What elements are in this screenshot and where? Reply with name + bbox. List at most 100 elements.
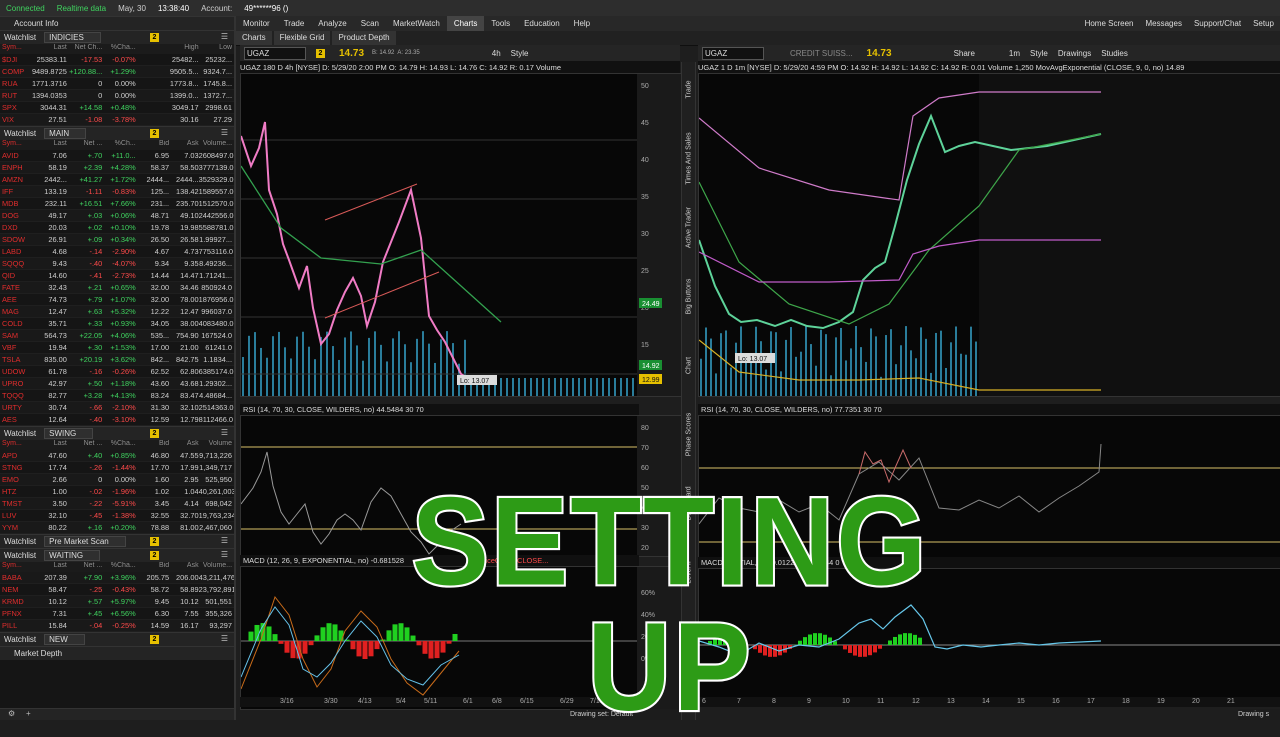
column-header[interactable]: Bid bbox=[136, 562, 169, 572]
watchlist-row[interactable]: TSLA 835.00 +20.19 +3.62% 842... 842.75 1.1834… bbox=[0, 354, 234, 366]
vertical-tab-phase-scores[interactable]: Phase Scores bbox=[686, 395, 693, 475]
right-price-chart[interactable]: Lo: 13.07 bbox=[698, 73, 1280, 397]
watchlist-row[interactable]: AES 12.64 -.40 -3.10% 12.59 12.79 8112466.0 bbox=[0, 414, 234, 426]
watchlist-row[interactable]: PFNX 7.31 +.45 +6.56% 6.30 7.55 355,326 bbox=[0, 608, 234, 620]
vertical-tab-big-buttons[interactable]: Big Buttons bbox=[686, 257, 693, 337]
left-price-chart[interactable]: Lo: 13.07 504540353025201510 24.4914.921… bbox=[240, 73, 682, 397]
watchlist-link-badge[interactable]: 2 bbox=[150, 129, 159, 138]
right-share-button[interactable]: Share bbox=[954, 49, 975, 58]
column-header[interactable]: %Cha... bbox=[102, 44, 136, 54]
account-value[interactable]: 49******96 () bbox=[244, 4, 288, 13]
watchlist-row[interactable]: LABD 4.68 -.14 -2.90% 4.67 4.73 7753116.0 bbox=[0, 246, 234, 258]
watchlist-header[interactable]: Watchlist Pre Market Scan 2 ☰ bbox=[0, 534, 234, 548]
column-header[interactable]: Sym... bbox=[0, 562, 31, 572]
vertical-tab-active-trader[interactable]: Active Trader bbox=[686, 188, 693, 268]
column-header[interactable]: Net ... bbox=[67, 440, 103, 450]
watchlist-row[interactable]: VIX 27.51 -1.08 -3.78% 30.16 27.29 bbox=[0, 114, 234, 126]
watchlist-row[interactable]: NEM 58.47 -.25 -0.43% 58.72 58.89 23,792,891 bbox=[0, 584, 234, 596]
watchlist-row[interactable]: VBF 19.94 +.30 +1.53% 17.00 21.00 61241.0 bbox=[0, 342, 234, 354]
account-info-header[interactable]: Account Info bbox=[0, 16, 234, 30]
right-symbol-input[interactable]: UGAZ bbox=[702, 46, 764, 60]
right-drawings-button[interactable]: Drawings bbox=[1058, 49, 1091, 58]
watchlist-row[interactable]: AVID 7.06 +.70 +11.0... 6.95 7.03 2608497.0 bbox=[0, 150, 234, 162]
column-header[interactable]: Sym... bbox=[0, 44, 31, 54]
watchlist-row[interactable]: MAG 12.47 +.63 +5.32% 12.22 12.47 996037.0 bbox=[0, 306, 234, 318]
watchlist-row[interactable]: COMP 9489.8725 +120.88... +1.29% 9505.5... 93… bbox=[0, 66, 234, 78]
watchlist-header[interactable]: Watchlist MAIN 2 ☰ bbox=[0, 126, 234, 140]
watchlist-row[interactable]: UPRO 42.97 +.50 +1.18% 43.60 43.68 1.29302... bbox=[0, 378, 234, 390]
watchlist-row[interactable]: FATE 32.43 +.21 +0.65% 32.00 34.46 850924.0 bbox=[0, 282, 234, 294]
vertical-tab-trade[interactable]: Trade bbox=[686, 50, 693, 130]
watchlist-row[interactable]: KRMD 10.12 +.57 +5.97% 9.45 10.12 501,551 bbox=[0, 596, 234, 608]
column-header[interactable]: Net Ch... bbox=[67, 44, 103, 54]
column-header[interactable]: Last bbox=[31, 140, 67, 150]
menu-tools[interactable]: Tools bbox=[484, 16, 517, 31]
column-header[interactable]: Last bbox=[31, 562, 67, 572]
left-symbol-input[interactable]: UGAZ bbox=[244, 46, 306, 60]
watchlist-name[interactable]: NEW bbox=[44, 634, 85, 645]
watchlist-name[interactable]: SWING bbox=[44, 428, 94, 439]
menu-icon[interactable]: ☰ bbox=[221, 634, 228, 643]
menu-charts[interactable]: Charts bbox=[446, 16, 485, 31]
column-header[interactable]: Net ... bbox=[67, 562, 103, 572]
column-header[interactable] bbox=[136, 44, 169, 54]
watchlist-row[interactable]: APD 47.60 +.40 +0.85% 46.80 47.55 9,713,226 bbox=[0, 450, 234, 462]
right-studies-button[interactable]: Studies bbox=[1101, 49, 1128, 58]
left-style-button[interactable]: Style bbox=[511, 49, 529, 58]
watchlist-row[interactable]: MDB 232.11 +16.51 +7.66% 231... 235.70 1512570… bbox=[0, 198, 234, 210]
watchlist-row[interactable]: UDOW 61.78 -.16 -0.26% 62.52 62.80 6385174.0 bbox=[0, 366, 234, 378]
right-drawing-set-label[interactable]: Drawing s bbox=[1238, 711, 1269, 718]
watchlist-row[interactable]: RUT 1394.0353 0 0.00% 1399.0... 1372.7... bbox=[0, 90, 234, 102]
watchlist-name[interactable]: Pre Market Scan bbox=[44, 536, 126, 547]
column-header[interactable]: Ask bbox=[169, 562, 199, 572]
watchlist-row[interactable]: BABA 207.39 +7.90 +3.96% 205.75 206.00 43,211,… bbox=[0, 572, 234, 584]
column-header[interactable]: %Ch... bbox=[102, 140, 136, 150]
watchlist-row[interactable]: TQQQ 82.77 +3.28 +4.13% 83.24 83.47 4.48684... bbox=[0, 390, 234, 402]
watchlist-row[interactable]: DXD 20.03 +.02 +0.10% 19.78 19.98 5588781.0 bbox=[0, 222, 234, 234]
watchlist-row[interactable]: SDOW 26.91 +.09 +0.34% 26.50 26.58 1.99927... bbox=[0, 234, 234, 246]
menu-scan[interactable]: Scan bbox=[354, 16, 386, 31]
menu-icon[interactable]: ☰ bbox=[221, 550, 228, 559]
watchlist-row[interactable]: $DJI 25383.11 -17.53 -0.07% 25482... 25232... bbox=[0, 54, 234, 66]
column-header[interactable]: Low bbox=[199, 44, 234, 54]
watchlist-row[interactable]: STNG 17.74 -.26 -1.44% 17.70 17.99 1,349,717 bbox=[0, 462, 234, 474]
right-time-frame[interactable]: 1m bbox=[1009, 49, 1020, 58]
menu-trade[interactable]: Trade bbox=[277, 16, 312, 31]
watchlist-row[interactable]: DOG 49.17 +.03 +0.06% 48.71 49.10 2442556.0 bbox=[0, 210, 234, 222]
watchlist-row[interactable]: SPX 3044.31 +14.58 +0.48% 3049.17 2998.61 bbox=[0, 102, 234, 114]
subtab-flexible-grid[interactable]: Flexible Grid bbox=[273, 31, 331, 45]
menu-help[interactable]: Help bbox=[567, 16, 597, 31]
top-action-home-screen[interactable]: Home Screen bbox=[1085, 16, 1134, 31]
left-time-frame[interactable]: 4h bbox=[492, 49, 501, 58]
top-action-messages[interactable]: Messages bbox=[1145, 16, 1181, 31]
watchlist-row[interactable]: PILL 15.84 -.04 -0.25% 14.59 16.17 93,297 bbox=[0, 620, 234, 632]
menu-icon[interactable]: ☰ bbox=[221, 428, 228, 437]
column-header[interactable]: High bbox=[169, 44, 198, 54]
watchlist-link-badge[interactable]: 2 bbox=[150, 635, 159, 644]
watchlist-header[interactable]: Watchlist WAITING 2 ☰ bbox=[0, 548, 234, 562]
column-header[interactable]: Volume... bbox=[199, 562, 234, 572]
watchlist-row[interactable]: YYM 80.22 +.16 +0.20% 78.88 81.00 2,467,060 bbox=[0, 522, 234, 534]
watchlist-name[interactable]: INDICIES bbox=[44, 32, 101, 43]
watchlist-row[interactable]: URTY 30.74 -.66 -2.10% 31.30 32.10 2514363.0 bbox=[0, 402, 234, 414]
watchlist-row[interactable]: AMZN 2442... +41.27 +1.72% 2444... 2444... 352… bbox=[0, 174, 234, 186]
watchlist-row[interactable]: QID 14.60 -.41 -2.73% 14.44 14.47 1.71241... bbox=[0, 270, 234, 282]
watchlist-name[interactable]: WAITING bbox=[44, 550, 101, 561]
vertical-tab-times-and-sales[interactable]: Times And Sales bbox=[686, 119, 693, 199]
watchlist-name[interactable]: MAIN bbox=[44, 128, 87, 139]
right-style-button[interactable]: Style bbox=[1030, 49, 1048, 58]
watchlist-row[interactable]: IFF 133.19 -1.11 -0.83% 125... 138.42 1589557.… bbox=[0, 186, 234, 198]
watchlist-link-badge[interactable]: 2 bbox=[150, 33, 159, 42]
column-header[interactable]: Last bbox=[31, 44, 67, 54]
watchlist-row[interactable]: COLD 35.71 +.33 +0.93% 34.05 38.00 4083480.0 bbox=[0, 318, 234, 330]
column-header[interactable]: Bid bbox=[136, 440, 169, 450]
column-header[interactable]: Sym... bbox=[0, 140, 31, 150]
watchlist-header[interactable]: Watchlist INDICIES 2 ☰ bbox=[0, 30, 234, 44]
watchlist-row[interactable]: LUV 32.10 -.45 -1.38% 32.55 32.70 19,763,234 bbox=[0, 510, 234, 522]
watchlist-header[interactable]: Watchlist SWING 2 ☰ bbox=[0, 426, 234, 440]
watchlist-row[interactable]: SQQQ 9.43 -.40 -4.07% 9.34 9.35 8.49236... bbox=[0, 258, 234, 270]
market-depth-header[interactable]: Market Depth bbox=[0, 646, 234, 660]
top-action-support-chat[interactable]: Support/Chat bbox=[1194, 16, 1241, 31]
watchlist-link-badge[interactable]: 2 bbox=[150, 537, 159, 546]
column-header[interactable]: Volume... bbox=[199, 140, 234, 150]
